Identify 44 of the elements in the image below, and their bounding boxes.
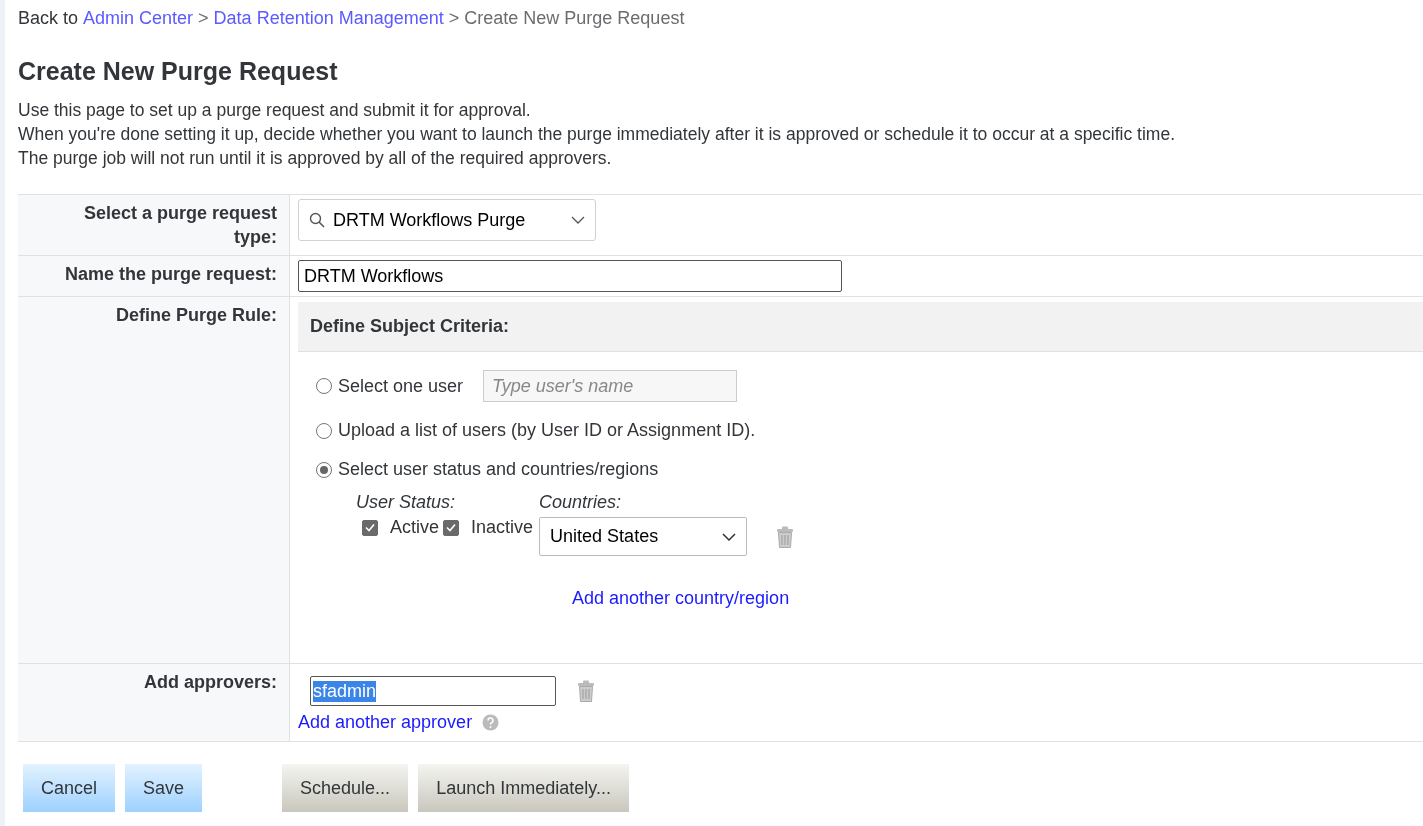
- breadcrumb-current: Create New Purge Request: [464, 8, 685, 29]
- add-country-link[interactable]: Add another country/region: [572, 588, 790, 608]
- intro-text: When you're done setting it up, decide whether you want to launch the purge immediately after it is approved or schedule it to occur at a specific time.: [18, 123, 1177, 146]
- action-button[interactable]: Schedule...: [282, 764, 409, 812]
- breadcrumb-separator: >: [448, 8, 460, 29]
- breadcrumb-link[interactable]: Data Retention Management: [213, 8, 444, 29]
- country-select[interactable]: United States: [539, 517, 748, 556]
- checkmark-icon: [446, 523, 457, 532]
- approver-input-field[interactable]: sfadmin: [310, 676, 556, 706]
- checkbox-label: Active: [390, 517, 440, 538]
- breadcrumb-text: Back to: [18, 8, 79, 29]
- intro-text: The purge job will not run until it is approved by all of the required approvers.: [18, 147, 613, 170]
- page-title: Create New Purge Request: [18, 57, 339, 86]
- field-label: Name the purge request:: [18, 256, 290, 297]
- add-approver-link[interactable]: Add another approver: [298, 712, 473, 733]
- radio-button[interactable]: [316, 461, 332, 478]
- radio-button[interactable]: [316, 422, 332, 439]
- action-button[interactable]: Cancel: [23, 764, 116, 812]
- field-label: Define Purge Rule:: [18, 297, 290, 664]
- chevron-down-icon: [571, 216, 585, 224]
- action-button[interactable]: Save: [125, 764, 203, 812]
- intro-text: Use this page to set up a purge request and submit it for approval.: [18, 99, 532, 122]
- field-label: Select a purge request type:: [18, 195, 290, 256]
- column-label: User Status:: [356, 492, 457, 513]
- checkbox-label: Inactive: [471, 517, 534, 538]
- trash-icon[interactable]: [775, 525, 796, 548]
- section-header: Define Subject Criteria:: [298, 302, 1423, 352]
- breadcrumb-link[interactable]: Admin Center: [83, 8, 194, 29]
- search-icon: [309, 212, 325, 228]
- column-label: Countries:: [539, 492, 623, 513]
- chevron-down-icon: [722, 532, 737, 541]
- action-button[interactable]: Launch Immediately...: [418, 764, 629, 812]
- purge-type-combobox[interactable]: DRTM Workflows Purge: [298, 199, 596, 241]
- radio-label: Select one user: [338, 375, 464, 397]
- checkmark-icon: [365, 523, 375, 532]
- field-label: Add approvers:: [18, 664, 290, 742]
- trash-icon[interactable]: [576, 680, 596, 702]
- radio-button[interactable]: [316, 378, 332, 394]
- radio-label: Select user status and countries/regions: [338, 459, 659, 480]
- name-input-field[interactable]: DRTM Workflows: [298, 260, 842, 292]
- checkbox[interactable]: [443, 519, 460, 536]
- checkbox[interactable]: [362, 519, 378, 536]
- breadcrumb-separator: >: [198, 8, 209, 29]
- radio-label: Upload a list of users (by User ID or Assignment ID).: [338, 420, 756, 441]
